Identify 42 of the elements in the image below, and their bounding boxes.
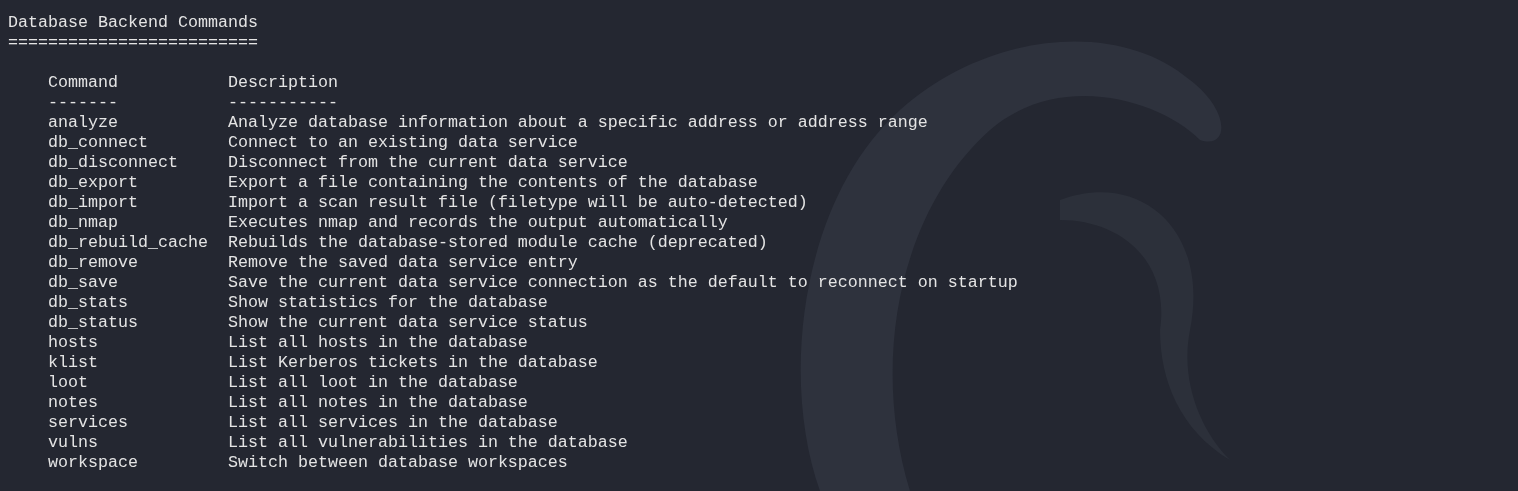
command-description: List all notes in the database xyxy=(228,393,528,413)
title-underline: ========================= xyxy=(8,33,258,53)
command-name: db_rebuild_cache xyxy=(48,233,208,252)
command-name: notes xyxy=(48,393,98,412)
command-description: List Kerberos tickets in the database xyxy=(228,353,598,373)
command-name: db_export xyxy=(48,173,138,192)
command-description: Show statistics for the database xyxy=(228,293,548,313)
column-header: Command xyxy=(48,73,118,93)
command-name: db_connect xyxy=(48,133,148,152)
command-name: db_import xyxy=(48,193,138,212)
header-underline: ------- xyxy=(48,93,118,113)
command-description: Remove the saved data service entry xyxy=(228,253,578,273)
command-description: List all services in the database xyxy=(228,413,558,433)
command-name: db_stats xyxy=(48,293,128,312)
command-name: db_remove xyxy=(48,253,138,272)
command-description: Export a file containing the contents of the database xyxy=(228,173,758,193)
command-name: db_save xyxy=(48,273,118,292)
command-name: loot xyxy=(48,373,88,392)
command-name: db_nmap xyxy=(48,213,118,232)
command-description: Executes nmap and records the output automatically xyxy=(228,213,728,233)
command-name: workspace xyxy=(48,453,138,472)
command-description: List all vulnerabilities in the database xyxy=(228,433,628,453)
command-description: List all loot in the database xyxy=(228,373,518,393)
command-name: db_disconnect xyxy=(48,153,178,172)
command-name: vulns xyxy=(48,433,98,452)
command-description: Rebuilds the database-stored module cache (deprecated) xyxy=(228,233,768,253)
header-underline: ----------- xyxy=(228,93,338,113)
command-description: Connect to an existing data service xyxy=(228,133,578,153)
command-name: db_status xyxy=(48,313,138,332)
command-description: Save the current data service connection as the default to reconnect on startup xyxy=(228,273,1018,293)
command-description: Analyze database information about a specific address or address range xyxy=(228,113,928,133)
command-name: analyze xyxy=(48,113,118,132)
column-header: Description xyxy=(228,73,338,93)
command-description: Show the current data service status xyxy=(228,313,588,333)
command-name: services xyxy=(48,413,128,432)
command-description: List all hosts in the database xyxy=(228,333,528,353)
command-description: Disconnect from the current data service xyxy=(228,153,628,173)
command-description: Switch between database workspaces xyxy=(228,453,568,473)
section-title: Database Backend Commands xyxy=(8,13,259,33)
command-name: hosts xyxy=(48,333,98,352)
command-description: Import a scan result file (filetype will be auto-detected) xyxy=(228,193,808,213)
command-name: klist xyxy=(48,353,98,372)
